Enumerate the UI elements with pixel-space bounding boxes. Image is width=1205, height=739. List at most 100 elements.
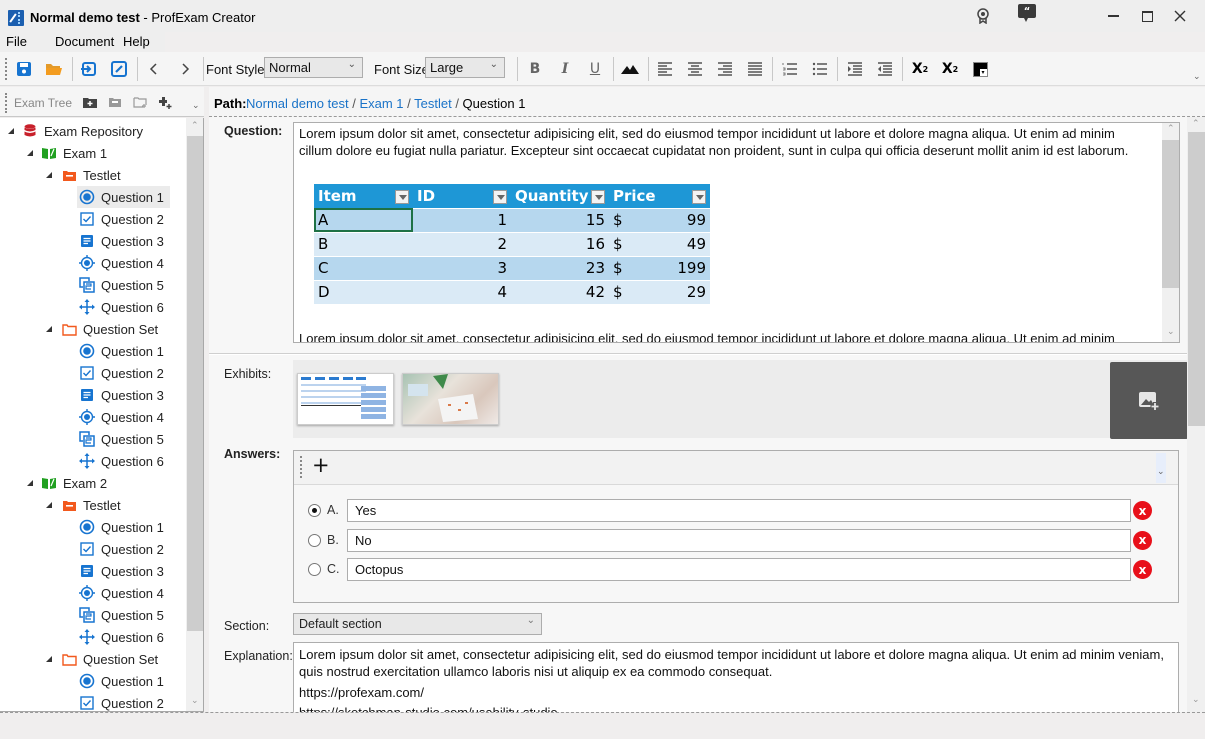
scroll-down-icon[interactable]: ⌄ [1192, 695, 1200, 705]
add-exam-icon[interactable] [80, 92, 100, 112]
close-button[interactable] [1170, 6, 1190, 26]
exhibit-thumbnail[interactable] [402, 373, 499, 425]
back-arrow-icon[interactable] [144, 59, 164, 79]
scroll-up-icon[interactable]: ⌃ [1192, 119, 1200, 129]
answer-text-input[interactable]: Octopus [347, 558, 1131, 581]
underline-button[interactable]: U [585, 59, 605, 79]
forward-arrow-icon[interactable] [175, 59, 195, 79]
tree-item[interactable]: Exam Repository [20, 120, 149, 142]
tree-item[interactable]: Question 1 [77, 516, 170, 538]
font-size-select[interactable]: Large ⌄ [425, 57, 505, 78]
tree-item[interactable]: Exam 1 [39, 142, 113, 164]
add-folder-icon[interactable] [105, 92, 125, 112]
breadcrumb-link-test[interactable]: Normal demo test [246, 96, 349, 111]
text-color-picker[interactable]: ▾ [970, 59, 990, 79]
menu-document[interactable]: Document [55, 34, 114, 49]
italic-button[interactable]: I [555, 59, 575, 79]
tree-item[interactable]: Question 1 [77, 670, 170, 692]
minimize-button[interactable] [1103, 6, 1123, 26]
tree-item[interactable]: Question 2 [77, 538, 170, 560]
tree-scroll-thumb[interactable] [187, 136, 203, 631]
expand-toggle-icon[interactable] [46, 656, 52, 662]
tree-item[interactable]: Question 6 [77, 450, 170, 472]
correct-answer-radio[interactable] [308, 533, 321, 547]
scroll-up-icon[interactable]: ⌃ [1167, 124, 1175, 134]
expand-toggle-icon[interactable] [27, 480, 33, 486]
tree-item[interactable]: Question 1 [77, 186, 170, 208]
answer-text-input[interactable]: No [347, 528, 1131, 552]
panel-overflow-icon[interactable]: ⌄ [192, 101, 200, 111]
tree-item[interactable]: Question 4 [77, 406, 170, 428]
breadcrumb-link-testlet[interactable]: Testlet [414, 96, 452, 111]
toolbar-grip[interactable] [5, 58, 7, 80]
add-question-icon[interactable] [155, 92, 175, 112]
tree-item[interactable]: Exam 2 [39, 472, 113, 494]
maximize-button[interactable] [1137, 6, 1157, 26]
import-icon[interactable] [79, 59, 99, 79]
main-scroll-thumb[interactable] [1188, 132, 1205, 426]
expand-toggle-icon[interactable] [8, 128, 14, 134]
expand-toggle-icon[interactable] [46, 326, 52, 332]
save-icon[interactable] [14, 59, 34, 79]
main-scrollbar[interactable]: ⌃ ⌄ [1187, 117, 1205, 712]
delete-answer-button[interactable]: x [1133, 560, 1152, 579]
numbered-list-icon[interactable] [780, 59, 800, 79]
scroll-down-icon[interactable]: ⌄ [191, 696, 199, 706]
tree-item[interactable]: Question 3 [77, 384, 170, 406]
tree-item[interactable]: Question 2 [77, 208, 170, 230]
tree-item[interactable]: Question 2 [77, 362, 170, 384]
scroll-down-icon[interactable]: ⌄ [1167, 327, 1175, 337]
align-right-icon[interactable] [715, 59, 735, 79]
tree-item[interactable]: Question 6 [77, 296, 170, 318]
expand-toggle-icon[interactable] [27, 150, 33, 156]
breadcrumb-link-exam[interactable]: Exam 1 [359, 96, 403, 111]
bullet-list-icon[interactable] [810, 59, 830, 79]
superscript-button[interactable]: X2 [940, 59, 960, 79]
insert-image-icon[interactable] [620, 59, 640, 79]
tree-item[interactable]: Question Set [59, 648, 164, 670]
scroll-up-icon[interactable]: ⌃ [191, 121, 199, 131]
tree-item[interactable]: Testlet [59, 164, 127, 186]
answers-toolbar-overflow[interactable]: ⌄ [1156, 453, 1166, 483]
correct-answer-radio[interactable] [308, 563, 321, 576]
tree-item[interactable]: Question 5 [77, 604, 170, 626]
align-center-icon[interactable] [685, 59, 705, 79]
exhibit-thumbnail[interactable] [297, 373, 394, 425]
open-folder-icon[interactable] [44, 59, 64, 79]
add-question-set-icon[interactable] [130, 92, 150, 112]
question-text-editor[interactable]: Lorem ipsum dolor sit amet, consectetur … [293, 122, 1180, 343]
tree-item[interactable]: Question 4 [77, 252, 170, 274]
feedback-icon[interactable]: “ [1017, 3, 1037, 23]
tree-item[interactable]: Question 4 [77, 582, 170, 604]
toolbar-grip[interactable] [5, 93, 7, 113]
tree-item[interactable]: Question 2 [77, 692, 170, 711]
edit-icon[interactable] [109, 59, 129, 79]
award-icon[interactable] [973, 6, 993, 26]
add-exhibit-button[interactable] [1110, 362, 1188, 439]
question-scrollbar[interactable]: ⌃ ⌄ [1162, 123, 1179, 342]
delete-answer-button[interactable]: x [1133, 501, 1152, 520]
question-scroll-thumb[interactable] [1162, 140, 1179, 288]
tree-item[interactable]: Question 6 [77, 626, 170, 648]
section-select[interactable]: Default section ⌄ [293, 613, 542, 635]
indent-icon[interactable] [845, 59, 865, 79]
expand-toggle-icon[interactable] [46, 502, 52, 508]
subscript-button[interactable]: X2 [910, 59, 930, 79]
tree-item[interactable]: Testlet [59, 494, 127, 516]
toolbar-grip[interactable] [300, 456, 302, 478]
delete-answer-button[interactable]: x [1133, 530, 1152, 550]
align-left-icon[interactable] [655, 59, 675, 79]
menu-file[interactable]: File [6, 34, 27, 49]
font-style-select[interactable]: Normal ⌄ [264, 57, 363, 78]
menu-help[interactable]: Help [123, 34, 150, 49]
answer-text-input[interactable]: Yes [347, 499, 1131, 522]
toolbar-overflow-icon[interactable]: ⌄ [1193, 72, 1201, 82]
add-answer-button[interactable]: + [312, 453, 330, 477]
explanation-link[interactable]: https://profexam.com/ [299, 684, 424, 701]
tree-item[interactable]: Question 3 [77, 230, 170, 252]
align-justify-icon[interactable] [745, 59, 765, 79]
tree-item[interactable]: Question 1 [77, 340, 170, 362]
tree-item[interactable]: Question Set [59, 318, 164, 340]
outdent-icon[interactable] [875, 59, 895, 79]
expand-toggle-icon[interactable] [46, 172, 52, 178]
